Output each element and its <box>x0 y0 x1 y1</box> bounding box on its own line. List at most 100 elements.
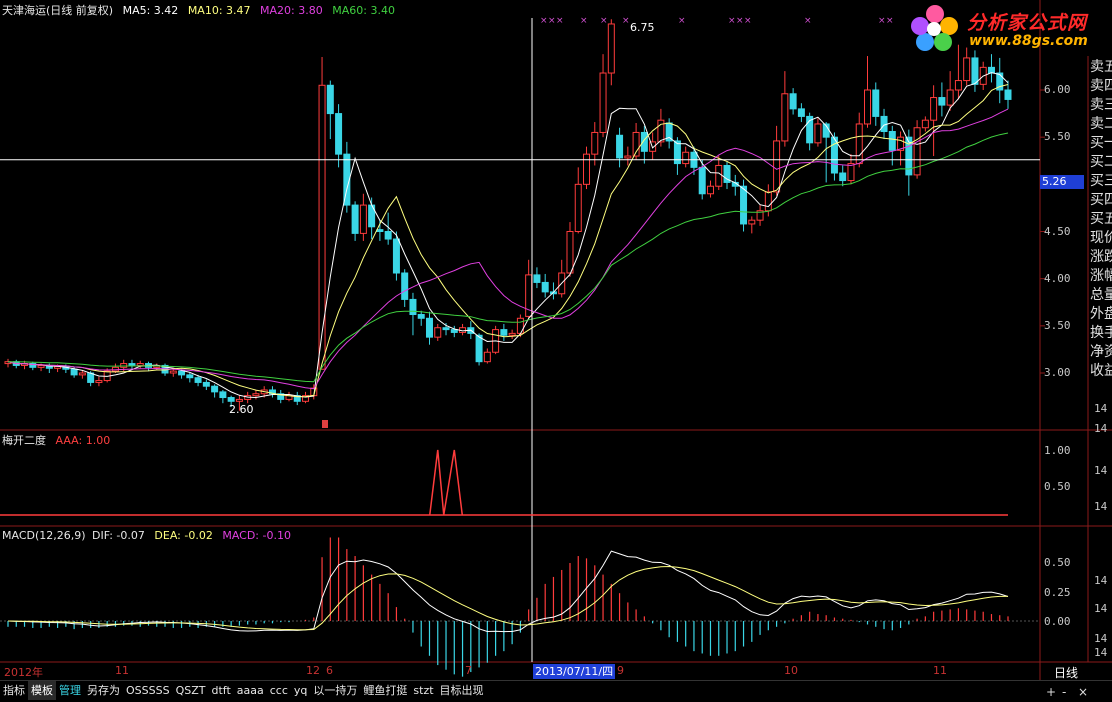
candle-body <box>888 131 896 151</box>
macd-axis-label: 0.25 <box>1044 586 1071 599</box>
candle-body <box>450 329 458 333</box>
toolbar-item-10[interactable]: 以一持万 <box>310 681 360 700</box>
toolbar-item-4[interactable]: OSSSSS <box>123 681 173 700</box>
top-signal-mark: × <box>548 16 556 26</box>
price-axis-label: 4.50 <box>1044 224 1071 238</box>
toolbar-item-2[interactable]: 管理 <box>56 681 84 700</box>
candle-body <box>1004 89 1012 100</box>
candle-body <box>136 363 144 366</box>
toolbar-item-11[interactable]: 鲤鱼打挺 <box>360 681 410 700</box>
candle-body <box>591 131 599 155</box>
toolbar-item-8[interactable]: ccc <box>267 681 291 700</box>
candle-body <box>706 185 714 195</box>
price-axis-label: 4.00 <box>1044 271 1071 285</box>
indicator-axis-label: 14 <box>1094 500 1108 513</box>
macd-value: MACD: -0.10 <box>222 529 291 542</box>
candle-body <box>698 166 706 195</box>
candle-body <box>607 23 615 74</box>
candle-body <box>335 113 343 155</box>
sidebar-item: 卖五 <box>1090 59 1112 74</box>
close-button[interactable]: × <box>1078 685 1088 699</box>
candle-body <box>483 351 491 363</box>
candle-body <box>715 164 723 187</box>
toolbar-item-7[interactable]: aaaa <box>234 681 267 700</box>
sidebar-item: 买一 <box>1090 135 1112 150</box>
toolbar-item-9[interactable]: yq <box>291 681 311 700</box>
candle-body <box>318 84 326 370</box>
sidebar-item: 外盘 <box>1090 306 1112 321</box>
price-axis-label: 6.00 <box>1044 83 1071 96</box>
sidebar-item: 买三 <box>1090 173 1112 188</box>
sidebar-item: 买四 <box>1090 192 1112 207</box>
date-label-9: 9 <box>617 664 624 677</box>
chart-canvas[interactable]: × × × × × × × × × × × × × <box>0 0 1112 701</box>
candle-body <box>95 380 103 383</box>
date-label-year: 2012年 <box>4 666 43 679</box>
toolbar-item-0[interactable]: 指标 <box>0 681 28 700</box>
toolbar-item-12[interactable]: stzt <box>410 681 436 700</box>
dif-value: DIF: -0.07 <box>92 529 145 542</box>
price-axis-label: 3.00 <box>1044 366 1071 379</box>
toolbar-item-13[interactable]: 目标出现 <box>437 681 487 700</box>
candle-body <box>566 231 574 274</box>
candle-body <box>186 374 194 379</box>
macd-axis-label: 14 <box>1094 602 1108 615</box>
toolbar-item-5[interactable]: QSZT <box>173 681 209 700</box>
candle-body <box>425 317 433 338</box>
candle-body <box>120 363 128 368</box>
site-logo: 分析家公式网 www.88gs.com <box>905 0 1112 56</box>
candle-body <box>864 89 872 125</box>
candle-body <box>657 119 665 143</box>
small-marker <box>322 420 328 428</box>
candle-body <box>740 185 748 225</box>
candle-body <box>442 327 450 331</box>
macd-axis-label: 14 <box>1094 646 1108 659</box>
candle-body <box>789 93 797 110</box>
candle-body <box>682 151 690 165</box>
sidebar-item: 涨跌 <box>1090 249 1112 264</box>
candle-body <box>384 231 392 240</box>
macd-dea-line <box>7 565 1008 631</box>
candle-body <box>921 119 929 129</box>
dea-value: DEA: -0.02 <box>154 529 213 542</box>
toolbar-item-3[interactable]: 另存为 <box>84 681 123 700</box>
top-signal-mark: × <box>878 16 886 26</box>
candle-body <box>351 204 359 234</box>
selected-date: 2013/07/11/四 <box>533 664 616 679</box>
candle-body <box>773 140 781 193</box>
ma5-line <box>7 72 1009 399</box>
candle-body <box>814 123 822 144</box>
price-axis-label-cut: 14 <box>1094 422 1108 435</box>
toolbar-item-1[interactable]: 模板 <box>28 681 56 700</box>
candle-body <box>475 334 483 363</box>
sidebar-item: 收益 <box>1090 363 1112 378</box>
indicator-axis-label: 14 <box>1094 464 1108 477</box>
macd-axis-label: 14 <box>1094 574 1108 587</box>
zoom-out-button[interactable]: - <box>1062 685 1066 699</box>
sidebar-item: 净资 <box>1090 344 1112 359</box>
date-axis: 2012年 11 12 6 7 9 10 11 <box>0 663 1040 679</box>
candle-body <box>401 272 409 300</box>
sidebar-item: 总量 <box>1090 287 1112 302</box>
macd-title: MACD(12,26,9) <box>2 529 86 542</box>
ma20-value: MA20: 3.80 <box>260 4 323 17</box>
price-axis-label: 3.50 <box>1044 318 1071 332</box>
candle-body <box>219 391 227 399</box>
candle-body <box>508 332 516 336</box>
candle-body <box>583 153 591 185</box>
ma10-value: MA10: 3.47 <box>187 4 251 17</box>
toolbar-item-6[interactable]: dtft <box>208 681 233 700</box>
period-selector[interactable]: 日线 <box>1046 664 1086 681</box>
sidebar-item: 卖二 <box>1090 116 1112 131</box>
zoom-in-button[interactable]: + <box>1046 685 1056 699</box>
candle-body <box>194 377 202 383</box>
flower-logo-icon <box>911 5 958 51</box>
candle-body <box>533 274 541 283</box>
candle-body <box>78 372 86 376</box>
candle-body <box>971 57 979 85</box>
current-price-tag: 5.26 <box>1040 175 1084 189</box>
sidebar-item: 现价 <box>1090 230 1112 245</box>
stock-title: 天津海运(日线 前复权) <box>2 4 114 17</box>
top-signal-mark: × <box>556 16 564 26</box>
candle-body <box>169 370 177 374</box>
